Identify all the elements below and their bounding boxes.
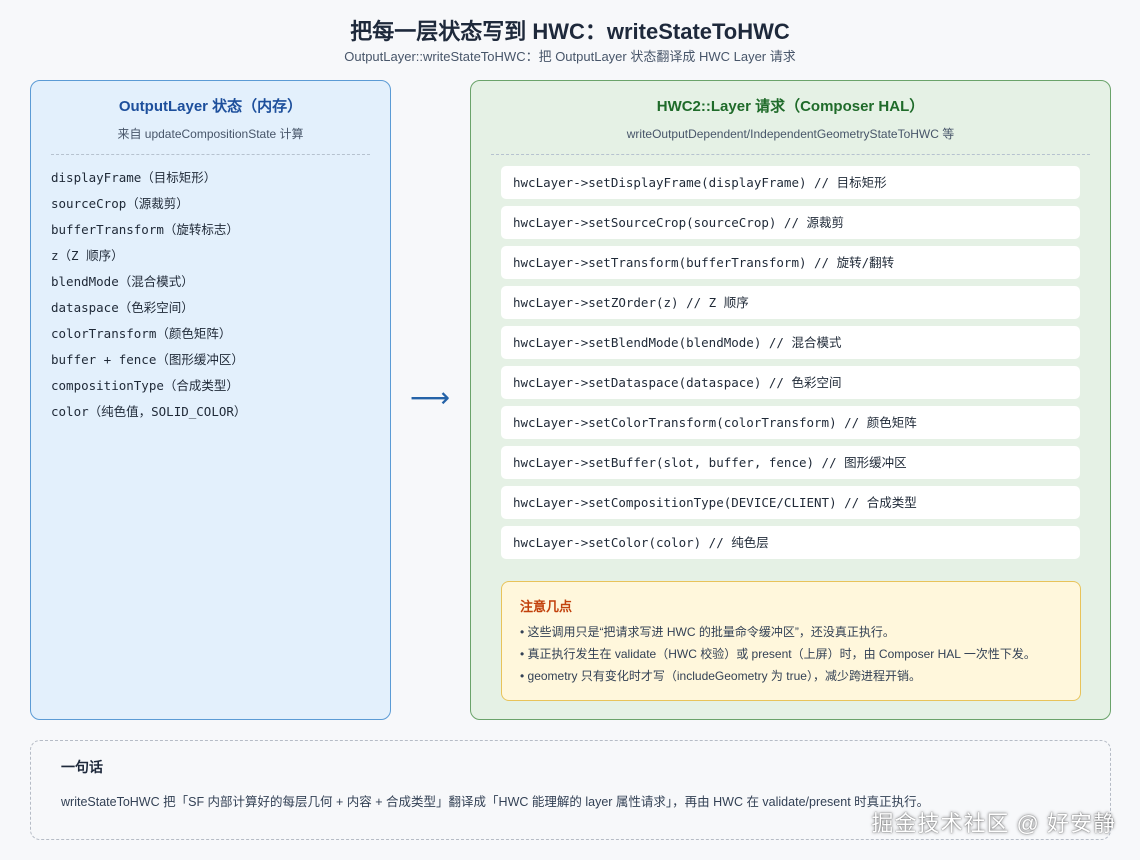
state-list: displayFrame（目标矩形） sourceCrop（源裁剪） buffe…: [31, 165, 390, 425]
arrow-right-icon: ⟶: [410, 382, 451, 413]
note-item: • 真正执行发生在 validate（HWC 校验）或 present（上屏）时…: [520, 647, 1036, 661]
notes-title: 注意几点: [520, 599, 573, 614]
hwc-call-item: hwcLayer->setColorTransform(colorTransfo…: [501, 406, 1080, 439]
output-layer-panel-title: OutputLayer 状态（内存）: [118, 98, 303, 115]
panel-divider: [491, 154, 1090, 155]
page-subtitle: OutputLayer::writeStateToHWC：把 OutputLay…: [344, 49, 796, 64]
state-item: blendMode（混合模式）: [51, 274, 194, 289]
output-layer-state-panel: OutputLayer 状态（内存） 来自 updateCompositionS…: [30, 80, 391, 720]
notes-list: • 这些调用只是“把请求写进 HWC 的批量命令缓冲区”，还没真正执行。 • 真…: [520, 621, 1062, 687]
hwc-call-item: hwcLayer->setBuffer(slot, buffer, fence)…: [501, 446, 1080, 479]
hwc-call-item: hwcLayer->setDisplayFrame(displayFrame) …: [501, 166, 1080, 199]
state-item: dataspace（色彩空间）: [51, 300, 194, 315]
output-layer-panel-subtitle: 来自 updateCompositionState 计算: [117, 127, 304, 141]
state-item: buffer + fence（图形缓冲区）: [51, 352, 244, 367]
state-item: displayFrame（目标矩形）: [51, 170, 217, 185]
hwc-panel-subtitle: writeOutputDependent/IndependentGeometry…: [626, 127, 955, 141]
hwc-layer-request-panel: HWC2::Layer 请求（Composer HAL） writeOutput…: [470, 80, 1111, 720]
page-title: 把每一层状态写到 HWC：writeStateToHWC: [350, 19, 790, 44]
state-item: colorTransform（颜色矩阵）: [51, 326, 232, 341]
note-item: • geometry 只有变化时才写（includeGeometry 为 tru…: [520, 669, 921, 683]
hwc-call-item: hwcLayer->setCompositionType(DEVICE/CLIE…: [501, 486, 1080, 519]
state-item: bufferTransform（旋转标志）: [51, 222, 239, 237]
hwc-call-item: hwcLayer->setDataspace(dataspace) // 色彩空…: [501, 366, 1080, 399]
state-item: color（纯色值，SOLID_COLOR）: [51, 404, 247, 419]
summary-title: 一句话: [61, 759, 103, 775]
state-item: compositionType（合成类型）: [51, 378, 239, 393]
hwc-panel-title: HWC2::Layer 请求（Composer HAL）: [656, 98, 925, 115]
notes-box: 注意几点 • 这些调用只是“把请求写进 HWC 的批量命令缓冲区”，还没真正执行…: [501, 581, 1081, 701]
panel-divider: [51, 154, 370, 155]
state-item: z（Z 顺序）: [51, 248, 124, 263]
hwc-call-item: hwcLayer->setBlendMode(blendMode) // 混合模…: [501, 326, 1080, 359]
hwc-call-list: hwcLayer->setDisplayFrame(displayFrame) …: [471, 166, 1110, 559]
hwc-call-item: hwcLayer->setSourceCrop(sourceCrop) // 源…: [501, 206, 1080, 239]
state-item: sourceCrop（源裁剪）: [51, 196, 189, 211]
hwc-call-item: hwcLayer->setTransform(bufferTransform) …: [501, 246, 1080, 279]
hwc-call-item: hwcLayer->setZOrder(z) // Z 顺序: [501, 286, 1080, 319]
hwc-call-item: hwcLayer->setColor(color) // 纯色层: [501, 526, 1080, 559]
watermark: 掘金技术社区 @ 好安静: [871, 811, 1116, 836]
note-item: • 这些调用只是“把请求写进 HWC 的批量命令缓冲区”，还没真正执行。: [520, 625, 895, 639]
